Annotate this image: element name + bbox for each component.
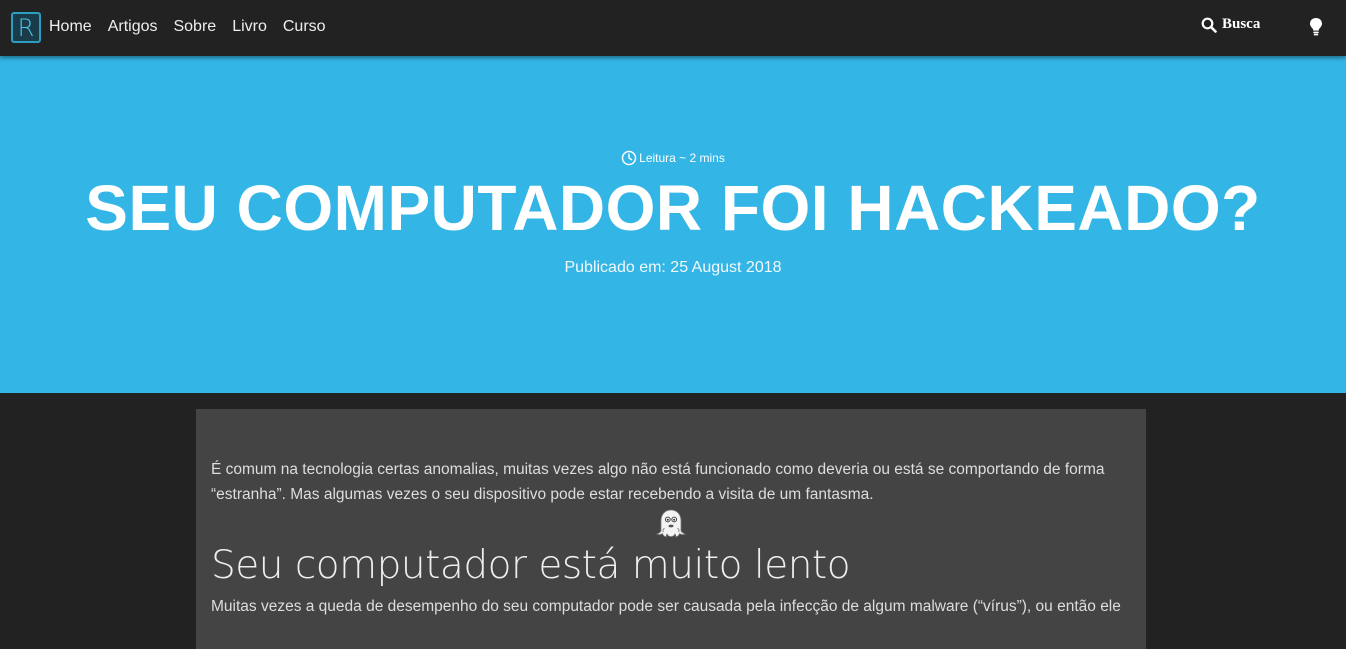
- nav-link-artigos[interactable]: Artigos: [108, 16, 158, 38]
- hero-banner: Leitura ~ 2 mins SEU COMPUTADOR FOI HACK…: [0, 56, 1346, 393]
- search-label: Busca: [1222, 16, 1261, 32]
- ghost-icon: [656, 509, 686, 538]
- nav-links: Home Artigos Sobre Livro Curso: [49, 16, 326, 38]
- published-date: Publicado em: 25 August 2018: [564, 259, 782, 276]
- top-navbar: R Home Artigos Sobre Livro Curso Busca: [0, 0, 1346, 56]
- search-button[interactable]: Busca: [1201, 16, 1260, 33]
- logo-letter: R: [17, 13, 35, 42]
- article-paragraph: Muitas vezes a queda de desempenho do se…: [211, 598, 1121, 615]
- article-card: É comum na tecnologia certas anomalias, …: [196, 409, 1146, 649]
- nav-link-livro[interactable]: Livro: [232, 16, 267, 38]
- nav-link-sobre[interactable]: Sobre: [173, 16, 216, 38]
- clock-icon: [621, 150, 637, 166]
- theme-toggle-button[interactable]: [1308, 17, 1324, 42]
- nav-link-curso[interactable]: Curso: [283, 16, 326, 38]
- reading-time-label: Leitura ~ 2 mins: [639, 151, 725, 165]
- article-intro: É comum na tecnologia certas anomalias, …: [211, 461, 1105, 503]
- lightbulb-icon: [1310, 18, 1322, 36]
- nav-link-home[interactable]: Home: [49, 16, 92, 38]
- site-logo[interactable]: R: [11, 12, 41, 43]
- post-title: SEU COMPUTADOR FOI HACKEADO?: [85, 172, 1261, 244]
- reading-time: Leitura ~ 2 mins: [0, 150, 1346, 166]
- section-heading: Seu computador está muito lento: [211, 543, 851, 588]
- search-icon: [1201, 17, 1217, 33]
